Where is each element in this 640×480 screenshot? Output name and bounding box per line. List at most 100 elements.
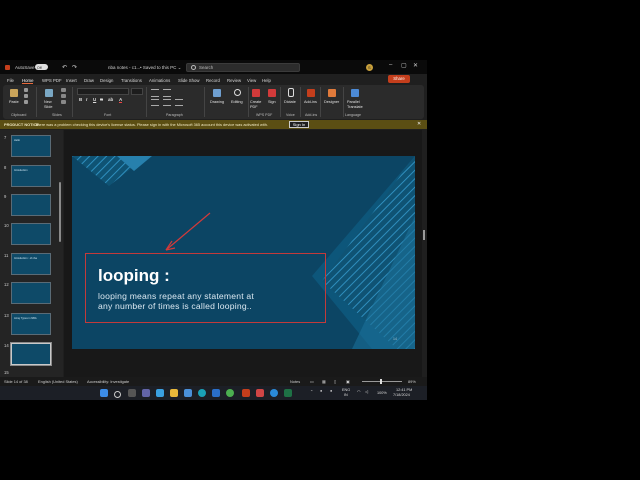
tab-review[interactable]: Review — [227, 78, 241, 83]
tab-wps-pdf[interactable]: WPS PDF — [42, 78, 62, 83]
tab-home[interactable]: Home — [22, 78, 34, 84]
start-icon[interactable] — [100, 389, 108, 397]
cut-icon[interactable] — [24, 88, 28, 92]
copy-icon[interactable] — [24, 94, 28, 98]
wifi-icon[interactable]: ◠ — [357, 389, 360, 394]
microphone-icon[interactable] — [288, 88, 294, 97]
slide-thumbnail[interactable]: Array Types in NBA — [11, 313, 51, 335]
normal-view-icon[interactable]: ▭ — [310, 379, 314, 384]
align-right-icon[interactable] — [175, 99, 183, 106]
task-view-icon[interactable] — [128, 389, 136, 397]
slide-thumbnail[interactable]: Introduction : of nba — [11, 253, 51, 275]
edge-icon[interactable] — [198, 389, 206, 397]
tab-transitions[interactable]: Transitions — [121, 78, 142, 83]
panel-scrollbar-thumb[interactable] — [59, 182, 61, 242]
taskbar-search-icon[interactable] — [114, 391, 121, 398]
translate-icon[interactable] — [351, 89, 359, 97]
tab-insert[interactable]: Insert — [66, 78, 77, 83]
tray-app-icon[interactable]: ● — [320, 389, 322, 393]
undo-icon[interactable]: ↶ — [62, 64, 67, 71]
reset-icon[interactable] — [61, 94, 66, 98]
underline-button[interactable]: U — [93, 97, 96, 102]
zoom-level[interactable]: 89% — [408, 379, 416, 384]
sign-in-button[interactable]: Sign In — [289, 121, 309, 128]
new-slide-icon[interactable] — [45, 89, 53, 97]
share-button[interactable]: Share — [388, 75, 410, 83]
tab-slide-show[interactable]: Slide Show — [178, 78, 200, 83]
slide-heading[interactable]: looping : — [98, 266, 170, 286]
mail-icon[interactable] — [212, 389, 220, 397]
create-pdf-icon[interactable] — [252, 89, 260, 97]
editing-search-icon[interactable] — [234, 89, 241, 96]
file-explorer-icon[interactable] — [170, 389, 178, 397]
slide-thumbnail[interactable]: Hello — [11, 135, 51, 157]
add-ins-icon[interactable] — [307, 89, 315, 97]
slide-thumbnail[interactable] — [11, 194, 51, 216]
browser-icon[interactable] — [270, 389, 278, 397]
minimize-icon[interactable]: – — [389, 62, 392, 68]
reading-view-icon[interactable]: ▯ — [334, 379, 336, 384]
volume-icon[interactable]: ◁ — [365, 389, 368, 394]
align-left-icon[interactable] — [151, 99, 159, 106]
slide-thumbnail[interactable] — [11, 282, 51, 304]
tab-help[interactable]: Help — [262, 78, 271, 83]
app-icon[interactable] — [256, 389, 264, 397]
sign-icon[interactable] — [268, 89, 276, 97]
font-color-button[interactable]: A — [119, 97, 123, 103]
new-slide-label: New Slide — [44, 100, 53, 109]
chrome-icon[interactable] — [226, 389, 234, 397]
format-painter-icon[interactable] — [24, 100, 28, 104]
slide-thumbnail[interactable] — [11, 223, 51, 245]
slide-thumbnail[interactable]: Introduction — [11, 165, 51, 187]
tab-record[interactable]: Record — [206, 78, 220, 83]
clock-time[interactable]: 12:41 PM — [396, 388, 412, 392]
section-icon[interactable] — [61, 100, 66, 104]
teams-icon[interactable] — [142, 389, 150, 397]
editor-scrollbar-thumb[interactable] — [423, 230, 425, 240]
clock-date[interactable]: 7/18/2024 — [393, 393, 410, 397]
char-spacing-button[interactable]: ab — [108, 97, 113, 102]
tab-draw[interactable]: Draw — [84, 78, 94, 83]
slide-body-line-2[interactable]: any number of times is called looping.. — [98, 301, 252, 311]
drawing-icon[interactable] — [213, 89, 221, 97]
bold-button[interactable]: B — [79, 97, 82, 102]
slide-sorter-icon[interactable]: ▦ — [322, 379, 326, 384]
tab-animations[interactable]: Animations — [149, 78, 170, 83]
font-size-box[interactable] — [131, 88, 143, 95]
tab-file[interactable]: File — [7, 78, 14, 83]
widgets-icon[interactable] — [156, 389, 164, 397]
font-name-box[interactable] — [77, 88, 129, 95]
language-indicator[interactable]: ENG — [342, 388, 350, 392]
close-icon[interactable]: ✕ — [413, 62, 418, 69]
numbering-icon[interactable] — [163, 89, 171, 97]
language-status[interactable]: English (United States) — [38, 379, 78, 384]
group-wps-pdf: WPS PDF — [256, 113, 273, 117]
italic-button[interactable]: I — [86, 97, 87, 102]
bullets-icon[interactable] — [151, 89, 159, 97]
zoom-slider-knob[interactable] — [380, 379, 382, 384]
paste-icon[interactable] — [10, 89, 18, 97]
notice-close-icon[interactable]: ✕ — [417, 121, 421, 127]
tray-app-icon[interactable]: ● — [330, 389, 332, 393]
powerpoint-taskbar-icon[interactable] — [242, 389, 250, 397]
tab-design[interactable]: Design — [100, 78, 113, 83]
slide-count: Slide 14 of 38 — [4, 379, 28, 384]
accessibility-status[interactable]: Accessibility: Investigate — [87, 379, 129, 384]
redo-icon[interactable]: ↷ — [72, 64, 77, 71]
strikethrough-button[interactable]: S — [100, 97, 103, 102]
zoom-slider[interactable] — [362, 381, 402, 382]
excel-icon[interactable] — [284, 389, 292, 397]
presenter-icon[interactable]: ▣ — [346, 379, 350, 384]
maximize-icon[interactable]: ▢ — [401, 62, 407, 69]
align-center-icon[interactable] — [163, 99, 171, 106]
notes-button[interactable]: Notes — [290, 379, 300, 384]
designer-icon[interactable] — [328, 89, 336, 97]
layout-icon[interactable] — [61, 88, 66, 92]
tray-chevron-icon[interactable]: ⌃ — [310, 389, 313, 394]
battery-level[interactable]: 100% — [377, 391, 387, 395]
tab-view[interactable]: View — [247, 78, 256, 83]
save-status[interactable]: • Saved to this PC ⌄ — [140, 65, 181, 71]
store-icon[interactable] — [184, 389, 192, 397]
slide-thumbnail[interactable] — [10, 342, 52, 366]
slide-body-line-1[interactable]: looping means repeat any statement at — [98, 291, 254, 301]
